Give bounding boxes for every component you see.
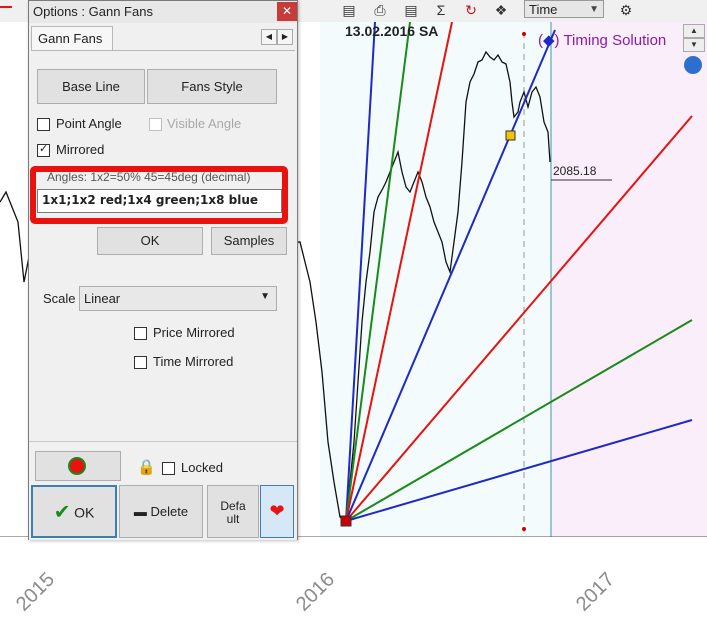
price-mirrored-checkbox[interactable] xyxy=(134,327,147,340)
point-angle-checkbox[interactable] xyxy=(37,118,50,131)
timing-solution-label: (◆) Timing Solution xyxy=(538,32,667,49)
printer-icon[interactable]: ⎙ xyxy=(371,1,389,19)
ok-small-button[interactable]: OK xyxy=(97,227,203,255)
chevron-down-icon: ▼ xyxy=(260,291,270,302)
close-icon[interactable]: ✕ xyxy=(277,2,297,21)
nodes-icon[interactable]: ❖ xyxy=(492,1,510,19)
fans-style-button[interactable]: Fans Style xyxy=(147,69,277,104)
price-mirrored-label: Price Mirrored xyxy=(153,325,235,340)
angles-highlight-box xyxy=(30,166,288,224)
minus-icon: ▬ xyxy=(133,504,147,519)
chevron-down-icon: ▼ xyxy=(589,4,599,15)
handle-marker[interactable] xyxy=(505,130,516,141)
dialog-bottom-pane: 🔒 Locked ✔ OK ▬ Delete Defa ult ❤ xyxy=(29,441,297,540)
point-angle-label: Point Angle xyxy=(56,116,122,131)
top-dot xyxy=(522,32,526,36)
ok-button[interactable]: ✔ OK xyxy=(31,485,117,538)
gann-fans-dialog: Options : Gann Fans ✕ Gann Fans ◀ ▶ Base… xyxy=(28,0,298,540)
x-tick-label-2015: 2015 xyxy=(12,568,60,616)
scale-label: Scale xyxy=(43,291,76,306)
scroll-down-button[interactable]: ▼ xyxy=(683,38,705,52)
red-arrow-icon xyxy=(0,6,12,8)
globe-icon[interactable] xyxy=(684,56,702,74)
delete-button[interactable]: ▬ Delete xyxy=(119,485,203,538)
checkmark-icon: ✓ xyxy=(39,143,49,155)
dialog-titlebar[interactable]: Options : Gann Fans ✕ xyxy=(29,1,297,23)
locked-label: Locked xyxy=(181,460,223,475)
crosshair-icon xyxy=(68,457,86,475)
time-select[interactable]: Time ▼ xyxy=(524,0,604,18)
mirrored-checkbox[interactable]: ✓ xyxy=(37,143,50,157)
tab-next-icon[interactable]: ▶ xyxy=(277,29,293,45)
default-button[interactable]: Defa ult xyxy=(207,485,259,538)
favorite-heart-icon[interactable]: ❤ xyxy=(260,485,294,538)
document-icon[interactable]: ▤ xyxy=(340,1,358,19)
dialog-title: Options : Gann Fans xyxy=(33,4,153,19)
checkmark-icon: ✔ xyxy=(53,501,71,524)
time-mirrored-checkbox[interactable] xyxy=(134,356,147,369)
lock-icon: 🔒 xyxy=(137,459,156,476)
refresh-icon[interactable]: ↻ xyxy=(462,1,480,19)
crosshair-button[interactable] xyxy=(35,451,121,481)
locked-checkbox[interactable] xyxy=(162,462,175,475)
mirrored-label: Mirrored xyxy=(56,142,105,157)
base-line-button[interactable]: Base Line xyxy=(37,69,145,104)
scale-select[interactable]: Linear ▼ xyxy=(79,286,277,311)
bottom-dot xyxy=(522,527,526,531)
tab-strip: Gann Fans ◀ ▶ xyxy=(31,26,295,51)
visible-angle-checkbox[interactable] xyxy=(149,118,162,131)
tab-prev-icon[interactable]: ◀ xyxy=(261,29,277,45)
tab-gann-fans[interactable]: Gann Fans xyxy=(31,26,113,50)
gear-icon[interactable]: ⚙ xyxy=(617,1,635,19)
pivot-marker[interactable] xyxy=(340,515,352,527)
chart-icon[interactable]: ▤ xyxy=(402,1,420,19)
scroll-up-button[interactable]: ▲ xyxy=(683,24,705,38)
samples-button[interactable]: Samples xyxy=(211,227,287,255)
time-mirrored-label: Time Mirrored xyxy=(153,354,234,369)
price-label: 2085.18 xyxy=(553,164,597,178)
logo-icon: ◆ xyxy=(543,32,555,49)
x-tick-label-2016: 2016 xyxy=(292,568,340,616)
date-label: 13.02.2016 SA xyxy=(345,23,439,39)
future-zone xyxy=(551,22,707,537)
sigma-icon[interactable]: Σ xyxy=(432,1,450,19)
x-tick-label-2017: 2017 xyxy=(572,568,620,616)
visible-angle-label: Visible Angle xyxy=(167,116,242,131)
